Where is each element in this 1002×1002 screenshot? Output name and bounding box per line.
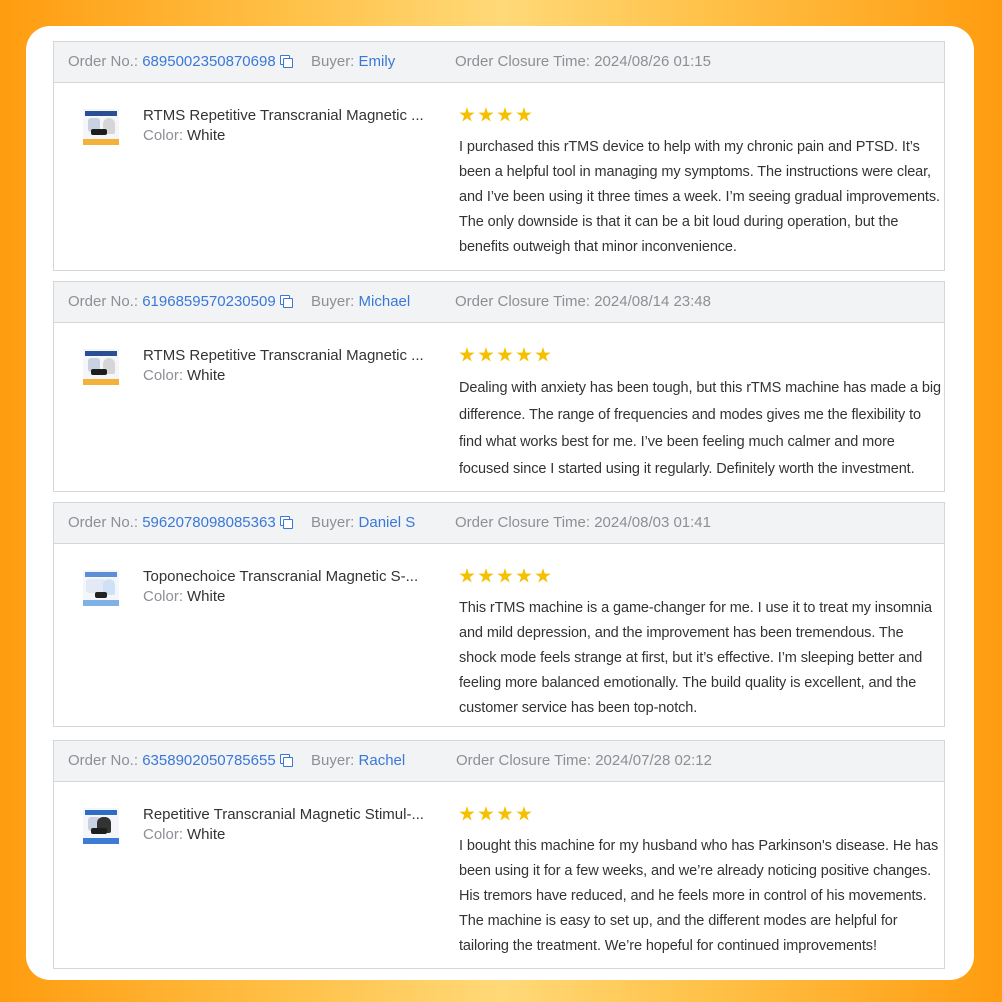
order-header: Order No.: 6358902050785655 Buyer: Rache… [54,741,944,782]
color-value: White [187,367,226,384]
star-icon [497,107,513,122]
buyer-label: Buyer: [311,514,355,531]
star-rating [459,107,535,123]
order-number-field: Order No.: 6196859570230509 [68,293,293,310]
closure-time-field: Order Closure Time: 2024/08/03 01:41 [455,514,711,531]
star-icon [516,107,532,122]
review-text: I bought this machine for my husband who… [459,838,939,954]
star-icon [459,568,475,583]
order-number-link[interactable]: 6895002350870698 [142,53,275,70]
star-icon [459,347,475,362]
star-rating [459,347,554,363]
buyer-name-link[interactable]: Emily [359,53,396,70]
closure-time-value: 2024/08/14 23:48 [594,293,711,310]
buyer-name-link[interactable]: Rachel [359,752,406,769]
star-icon [497,568,513,583]
product-color: Color: White [143,367,225,384]
closure-time-label: Order Closure Time: [455,514,591,531]
order-number-link[interactable]: 6358902050785655 [142,752,275,769]
closure-time-label: Order Closure Time: [455,293,591,310]
star-icon [516,806,532,821]
order-review-card: Order No.: 6895002350870698 Buyer: Emily… [53,41,945,271]
order-number-label: Order No.: [68,293,139,310]
product-title[interactable]: RTMS Repetitive Transcranial Magnetic ..… [143,347,424,364]
star-icon [497,806,513,821]
closure-time-label: Order Closure Time: [456,752,592,769]
order-number-link[interactable]: 5962078098085363 [142,514,275,531]
product-title[interactable]: Repetitive Transcranial Magnetic Stimul-… [143,806,424,823]
review-text: This rTMS machine is a game-changer for … [459,600,932,716]
buyer-name-link[interactable]: Daniel S [359,514,416,531]
product-title[interactable]: RTMS Repetitive Transcranial Magnetic ..… [143,107,424,124]
star-icon [535,568,551,583]
product-thumbnail[interactable] [83,570,119,606]
product-color: Color: White [143,127,225,144]
product-color: Color: White [143,826,225,843]
color-value: White [187,826,226,843]
star-icon [497,347,513,362]
order-number-field: Order No.: 6358902050785655 [68,752,293,769]
closure-time-field: Order Closure Time: 2024/08/26 01:15 [455,53,711,70]
product-thumbnail[interactable] [83,349,119,385]
order-header: Order No.: 6196859570230509 Buyer: Micha… [54,282,944,323]
closure-time-value: 2024/07/28 02:12 [595,752,712,769]
buyer-field: Buyer: Emily [311,53,395,70]
order-review-card: Order No.: 6196859570230509 Buyer: Micha… [53,281,945,492]
star-icon [478,806,494,821]
order-number-label: Order No.: [68,514,139,531]
color-value: White [187,127,226,144]
buyer-field: Buyer: Daniel S [311,514,415,531]
buyer-label: Buyer: [311,752,355,769]
buyer-field: Buyer: Rachel [311,752,405,769]
closure-time-value: 2024/08/03 01:41 [594,514,711,531]
buyer-name-link[interactable]: Michael [359,293,411,310]
color-label: Color: [143,588,184,605]
star-icon [459,107,475,122]
copy-icon[interactable] [279,295,293,308]
star-icon [478,107,494,122]
star-rating [459,568,554,584]
order-number-link[interactable]: 6196859570230509 [142,293,275,310]
order-number-label: Order No.: [68,53,139,70]
order-number-field: Order No.: 6895002350870698 [68,53,293,70]
star-icon [535,347,551,362]
product-thumbnail[interactable] [83,808,119,844]
closure-time-value: 2024/08/26 01:15 [594,53,711,70]
star-icon [478,568,494,583]
buyer-label: Buyer: [311,53,355,70]
product-title[interactable]: Toponechoice Transcranial Magnetic S-... [143,568,418,585]
buyer-label: Buyer: [311,293,355,310]
star-rating [459,806,535,822]
review-text: I purchased this rTMS device to help wit… [459,139,940,255]
star-icon [459,806,475,821]
closure-time-field: Order Closure Time: 2024/07/28 02:12 [456,752,712,769]
copy-icon[interactable] [279,516,293,529]
order-review-card: Order No.: 6358902050785655 Buyer: Rache… [53,740,945,969]
closure-time-field: Order Closure Time: 2024/08/14 23:48 [455,293,711,310]
copy-icon[interactable] [279,754,293,767]
order-review-card: Order No.: 5962078098085363 Buyer: Danie… [53,502,945,727]
color-value: White [187,588,226,605]
order-header: Order No.: 5962078098085363 Buyer: Danie… [54,503,944,544]
color-label: Color: [143,367,184,384]
review-text: Dealing with anxiety has been tough, but… [459,380,941,477]
reviews-panel: Order No.: 6895002350870698 Buyer: Emily… [26,26,974,980]
star-icon [516,568,532,583]
order-header: Order No.: 6895002350870698 Buyer: Emily… [54,42,944,83]
copy-icon[interactable] [279,55,293,68]
order-number-field: Order No.: 5962078098085363 [68,514,293,531]
color-label: Color: [143,127,184,144]
color-label: Color: [143,826,184,843]
product-color: Color: White [143,588,225,605]
closure-time-label: Order Closure Time: [455,53,591,70]
product-thumbnail[interactable] [83,109,119,145]
buyer-field: Buyer: Michael [311,293,410,310]
order-number-label: Order No.: [68,752,139,769]
star-icon [478,347,494,362]
star-icon [516,347,532,362]
